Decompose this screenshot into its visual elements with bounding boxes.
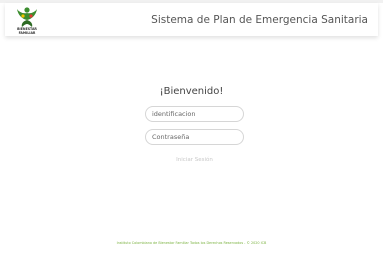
top-header: BIENESTAR FAMILIAR Sistema de Plan de Em… [5, 3, 378, 36]
site-title: Sistema de Plan de Emergencia Sanitaria [151, 14, 368, 26]
welcome-heading: ¡Bienvenido! [159, 86, 224, 97]
footer-copyright: Instituto Colombiano de Bienestar Famili… [116, 241, 267, 245]
identification-input[interactable] [145, 106, 244, 122]
logo-text: BIENESTAR FAMILIAR [10, 27, 44, 35]
password-input[interactable] [145, 129, 244, 145]
login-button[interactable]: Iniciar Sesión [145, 154, 244, 166]
logo-text-line2: FAMILIAR [18, 30, 36, 35]
